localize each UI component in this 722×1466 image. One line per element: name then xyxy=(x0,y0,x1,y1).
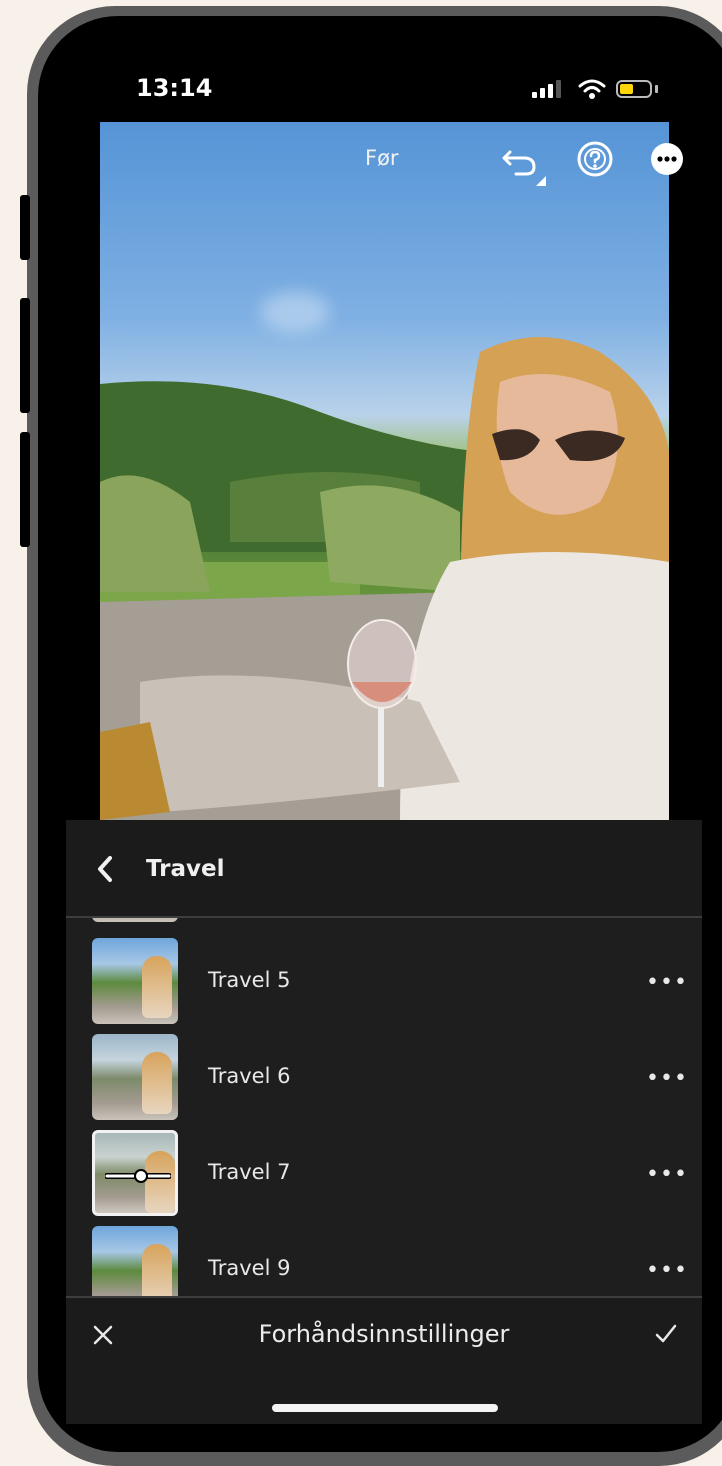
preset-more-icon[interactable]: ••• xyxy=(646,1258,688,1283)
before-label[interactable]: Før xyxy=(365,146,399,170)
panel-title: Travel xyxy=(146,856,225,882)
preset-label: Travel 9 xyxy=(208,1256,291,1280)
status-bar: 13:14 xyxy=(0,0,722,120)
preset-row-travel-5[interactable]: Travel 5 ••• xyxy=(66,936,702,1032)
preset-label: Travel 7 xyxy=(208,1160,291,1184)
home-indicator[interactable] xyxy=(272,1404,498,1412)
photo-scene xyxy=(100,337,669,820)
footer-title: Forhåndsinnstillinger xyxy=(258,1320,510,1348)
preset-row-partial[interactable] xyxy=(66,918,702,930)
preset-thumbnail xyxy=(92,1034,178,1120)
volume-down-button xyxy=(20,432,30,547)
volume-up-button xyxy=(20,298,30,413)
help-icon[interactable] xyxy=(576,140,614,178)
bottom-bar: Forhåndsinnstillinger xyxy=(66,1296,702,1424)
edited-photo[interactable]: Før xyxy=(100,122,669,820)
preset-label: Travel 5 xyxy=(208,968,291,992)
preset-more-icon[interactable]: ••• xyxy=(646,1066,688,1091)
preset-row-travel-6[interactable]: Travel 6 ••• xyxy=(66,1032,702,1128)
presets-panel: Travel Travel 5 ••• Travel 6 ••• Travel … xyxy=(66,820,702,1424)
more-options-icon[interactable] xyxy=(650,142,684,176)
battery-icon xyxy=(616,80,652,98)
preset-list[interactable]: Travel 5 ••• Travel 6 ••• Travel 7 ••• T… xyxy=(66,918,702,1296)
preset-thumbnail xyxy=(92,918,178,922)
preset-more-icon[interactable]: ••• xyxy=(646,970,688,995)
checkmark-icon[interactable] xyxy=(654,1322,678,1346)
preset-thumbnail-selected xyxy=(92,1130,178,1216)
preset-row-travel-7[interactable]: Travel 7 ••• xyxy=(66,1128,702,1224)
silent-switch xyxy=(20,195,30,260)
preset-thumbnail xyxy=(92,1226,178,1296)
preset-more-icon[interactable]: ••• xyxy=(646,1162,688,1187)
cellular-signal-icon xyxy=(532,80,561,98)
battery-nub xyxy=(655,85,658,93)
status-time: 13:14 xyxy=(136,74,213,102)
back-chevron-icon[interactable] xyxy=(94,854,116,884)
undo-icon[interactable] xyxy=(502,140,546,186)
wifi-icon xyxy=(578,79,606,99)
preset-label: Travel 6 xyxy=(208,1064,291,1088)
preset-thumbnail xyxy=(92,938,178,1024)
preset-row-travel-9[interactable]: Travel 9 ••• xyxy=(66,1224,702,1296)
panel-header: Travel xyxy=(66,820,702,918)
adjust-amount-icon[interactable] xyxy=(105,1169,171,1183)
